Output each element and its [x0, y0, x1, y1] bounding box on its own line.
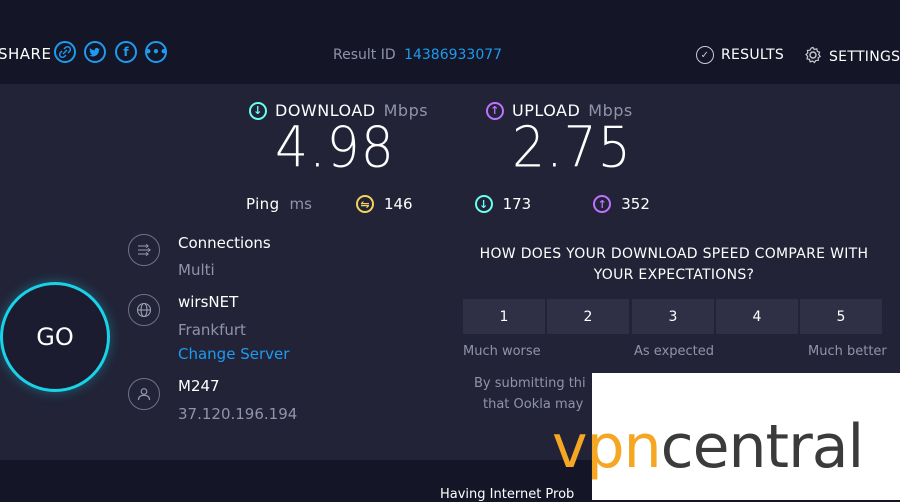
scale-mid-label: As expected	[634, 344, 715, 359]
gear-icon	[804, 46, 822, 68]
download-arrow-icon: ↓	[249, 101, 267, 120]
go-label: GO	[36, 323, 74, 351]
connections-title: Connections	[178, 234, 271, 252]
rating-4-button[interactable]: 4	[716, 299, 798, 334]
server-location: Frankfurt	[178, 321, 246, 339]
ping-download-value: 173	[502, 195, 532, 213]
ping-label: Ping	[246, 195, 280, 213]
watermark-vpn: vpn	[552, 412, 662, 482]
upload-arrow-icon: ↑	[593, 195, 612, 213]
provider-ip: 37.120.196.194	[178, 405, 298, 423]
connections-value[interactable]: Multi	[178, 261, 215, 279]
scale-high-label: Much better	[808, 344, 887, 359]
download-value: 4.98	[275, 115, 395, 181]
ping-row: Ping ms ⇋ 146 ↓ 173 ↑ 352	[246, 195, 690, 213]
result-id-value[interactable]: 14386933077	[404, 47, 502, 63]
server-name: wirsNET	[178, 293, 239, 311]
link-icon[interactable]	[54, 41, 76, 63]
more-icon[interactable]: •••	[145, 41, 168, 63]
ping-idle: ⇋ 146	[355, 195, 413, 213]
go-button[interactable]: GO	[0, 282, 110, 392]
rating-3-button[interactable]: 3	[632, 299, 714, 334]
twitter-icon[interactable]	[84, 41, 106, 63]
ping-upload-value: 352	[621, 195, 650, 213]
share-label: SHARE	[0, 45, 52, 63]
rating-2-button[interactable]: 2	[547, 299, 629, 334]
connections-icon	[128, 234, 160, 266]
result-id-label: Result ID	[333, 47, 396, 63]
disclaimer-line-1: By submitting thi	[474, 376, 586, 391]
ping-idle-value: 146	[383, 195, 413, 213]
globe-icon	[128, 294, 160, 326]
ping-upload: ↑ 352	[593, 195, 650, 213]
watermark-logo: vpncentral	[552, 412, 865, 482]
disclaimer-line-2: that Ookla may	[483, 397, 584, 412]
upload-value: 2.75	[512, 115, 632, 181]
facebook-icon[interactable]: f	[115, 41, 137, 63]
check-icon: ✓	[696, 46, 714, 64]
provider-name: M247	[178, 377, 220, 395]
ping-download: ↓ 173	[474, 195, 532, 213]
rating-5-button[interactable]: 5	[800, 299, 882, 334]
scale-low-label: Much worse	[463, 344, 541, 359]
change-server-link[interactable]: Change Server	[178, 345, 289, 363]
watermark-central: central	[660, 412, 865, 482]
upload-arrow-icon: ↑	[486, 101, 504, 120]
ping-icon: ⇋	[355, 195, 374, 213]
user-icon	[128, 378, 160, 410]
settings-button[interactable]: SETTINGS	[804, 46, 900, 68]
result-id: Result ID 14386933077	[333, 47, 502, 63]
settings-label: SETTINGS	[829, 49, 900, 65]
rating-1-button[interactable]: 1	[463, 299, 545, 334]
survey-question: HOW DOES YOUR DOWNLOAD SPEED COMPARE WIT…	[479, 246, 869, 283]
results-button[interactable]: ✓ RESULTS	[696, 46, 784, 64]
top-bar: SHARE f ••• Result ID 14386933077 ✓ RESU…	[0, 0, 900, 84]
results-label: RESULTS	[721, 47, 785, 63]
download-arrow-icon: ↓	[474, 195, 493, 213]
ping-unit: ms	[289, 195, 312, 213]
